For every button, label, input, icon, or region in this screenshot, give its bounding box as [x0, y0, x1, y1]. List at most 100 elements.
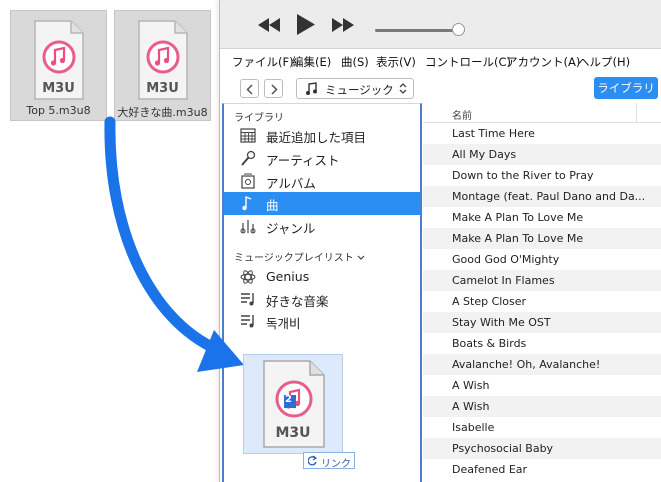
file-favorites[interactable]: M3U 大好きな曲.m3u8: [114, 10, 211, 121]
sidebar-item-albums[interactable]: アルバム: [224, 170, 420, 193]
song-row[interactable]: A Step Closer: [423, 291, 661, 312]
play-icon[interactable]: [297, 14, 315, 35]
media-source-label: ミュージック: [325, 83, 394, 97]
song-row[interactable]: Make A Plan To Love Me: [423, 207, 661, 228]
song-title: Make A Plan To Love Me: [452, 211, 584, 224]
sidebar-item-label: アルバム: [266, 176, 316, 191]
file-badge: M3U: [146, 81, 179, 96]
link-arrow-icon: [308, 455, 318, 466]
chevron-left-icon: [246, 84, 253, 95]
song-list-header: 名前: [423, 103, 661, 123]
song-row[interactable]: Camelot In Flames: [423, 270, 661, 291]
drop-link-label: リンク: [321, 459, 351, 470]
library-button[interactable]: ライブラリ: [594, 77, 658, 99]
song-title: All My Days: [452, 148, 517, 161]
genius-atom-icon: [240, 270, 256, 284]
song-row[interactable]: Psychosocial Baby: [423, 438, 661, 459]
sidebar-item-genres[interactable]: ジャンル: [224, 215, 420, 238]
sidebar-item-label: ジャンル: [266, 221, 316, 236]
music-note-icon: [306, 82, 317, 95]
song-list: 名前 Last Time Here All My Days Down to the …: [423, 103, 661, 482]
chevron-updown-icon: [399, 83, 407, 94]
drop-link-tooltip: リンク: [303, 452, 355, 470]
file-name: Top 5.m3u8: [26, 104, 91, 117]
player-bar: [220, 0, 661, 49]
song-title: Down to the River to Pray: [452, 169, 594, 182]
forward-button[interactable]: [264, 79, 283, 98]
drag-ghost: 2 M3U: [243, 354, 343, 454]
sidebar-item-recently-added[interactable]: 最近追加した項目: [224, 124, 420, 147]
toolbar: ミュージック ライブラリ: [220, 74, 661, 102]
playlist-icon: [241, 315, 254, 328]
song-title: Deafened Ear: [452, 463, 528, 476]
song-title: Camelot In Flames: [452, 274, 555, 287]
song-row[interactable]: A Wish: [423, 396, 661, 417]
menu-edit[interactable]: 編集(E): [292, 54, 331, 70]
column-name-header[interactable]: 名前: [452, 107, 472, 122]
song-title: A Step Closer: [452, 295, 527, 308]
menu-view[interactable]: 表示(V): [376, 54, 416, 70]
song-title: Boats & Birds: [452, 337, 527, 350]
playlist-icon: [241, 293, 254, 306]
menu-bar: ファイル(F) 編集(E) 曲(S) 表示(V) コントロール(C) アカウント…: [220, 50, 661, 72]
rewind-icon[interactable]: [258, 18, 280, 32]
file-name: 大好きな曲.m3u8: [117, 106, 208, 119]
menu-file[interactable]: ファイル(F): [232, 54, 294, 70]
menu-controls[interactable]: コントロール(C): [425, 54, 511, 70]
song-title: A Wish: [452, 400, 490, 413]
album-icon: [241, 173, 255, 189]
song-row[interactable]: A Wish: [423, 375, 661, 396]
song-title: Good God O'Mighty: [452, 253, 560, 266]
song-row[interactable]: Make A Plan To Love Me: [423, 228, 661, 249]
song-row[interactable]: Boats & Birds: [423, 333, 661, 354]
song-row[interactable]: Good God O'Mighty: [423, 249, 661, 270]
back-button[interactable]: [240, 79, 259, 98]
media-source-select[interactable]: ミュージック: [296, 78, 414, 99]
sidebar-item-label: 독개비: [266, 316, 301, 331]
sidebar-item-label: Genius: [266, 269, 310, 284]
guitar-icon: [240, 220, 256, 234]
file-badge: M3U: [42, 81, 75, 96]
chevron-down-icon: [357, 255, 365, 260]
song-title: Psychosocial Baby: [452, 442, 554, 455]
calendar-grid-icon: [240, 128, 256, 143]
song-title: Isabelle: [452, 421, 495, 434]
volume-slider-knob[interactable]: [452, 23, 465, 36]
file-top5[interactable]: M3U Top 5.m3u8: [10, 10, 107, 121]
drag-file-badge: M3U: [275, 425, 311, 441]
sidebar-item-playlist-korean[interactable]: 독개비: [224, 310, 420, 333]
song-row[interactable]: Down to the River to Pray: [423, 165, 661, 186]
song-row[interactable]: All My Days: [423, 144, 661, 165]
song-title: A Wish: [452, 379, 490, 392]
sidebar-item-artists[interactable]: アーティスト: [224, 147, 420, 170]
sidebar-item-label: 最近追加した項目: [266, 130, 367, 145]
song-row[interactable]: Montage (feat. Paul Dano and Da...: [423, 186, 661, 207]
microphone-icon: [241, 150, 256, 166]
menu-help[interactable]: ヘルプ(H): [578, 54, 630, 70]
sidebar-item-label: 曲: [266, 198, 279, 213]
sidebar-item-label: 好きな音楽: [266, 294, 329, 309]
playlists-section-label[interactable]: ミュージックプレイリスト: [234, 249, 365, 264]
song-title: Avalanche! Oh, Avalanche!: [452, 358, 601, 371]
sidebar-item-label: アーティスト: [266, 153, 340, 168]
song-row[interactable]: Deafened Ear: [423, 459, 661, 480]
fast-forward-icon[interactable]: [332, 18, 354, 32]
song-row[interactable]: Last Time Here: [423, 123, 661, 144]
playlists-section-text: ミュージックプレイリスト: [234, 253, 354, 264]
song-row[interactable]: Stay With Me OST: [423, 312, 661, 333]
sidebar-item-playlist-favorites[interactable]: 好きな音楽: [224, 288, 420, 311]
song-title: Montage (feat. Paul Dano and Da...: [452, 190, 646, 203]
song-row[interactable]: Avalanche! Oh, Avalanche!: [423, 354, 661, 375]
song-title: Last Time Here: [452, 127, 535, 140]
song-title: Make A Plan To Love Me: [452, 232, 584, 245]
sidebar-item-genius[interactable]: Genius: [224, 266, 420, 289]
chevron-right-icon: [271, 84, 278, 95]
menu-song[interactable]: 曲(S): [341, 54, 369, 70]
music-note-icon: [242, 195, 252, 211]
sidebar-item-songs[interactable]: 曲: [224, 192, 420, 215]
song-row[interactable]: Isabelle: [423, 417, 661, 438]
library-section-label: ライブラリ: [234, 113, 284, 124]
drag-count-badge: 2: [285, 394, 292, 405]
menu-account[interactable]: アカウント(A): [506, 54, 580, 70]
song-title: Stay With Me OST: [452, 316, 551, 329]
